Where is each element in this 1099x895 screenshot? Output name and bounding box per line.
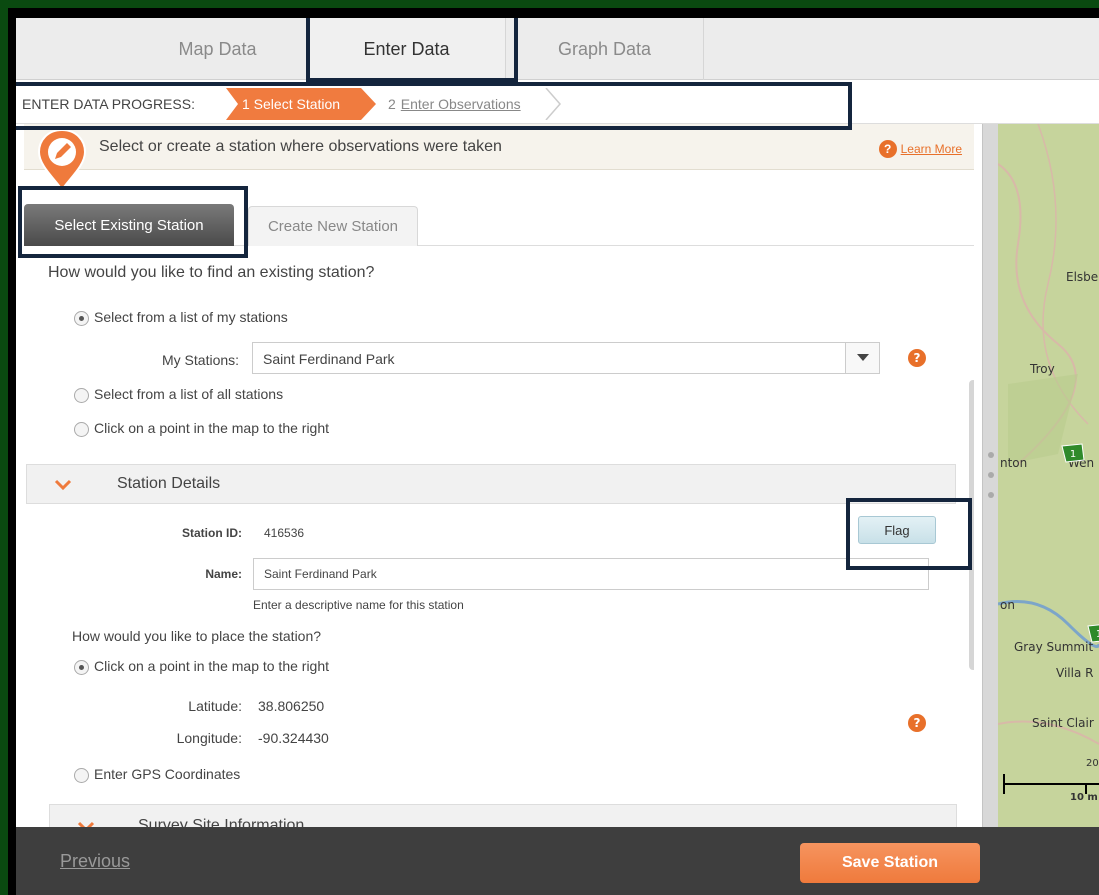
find-question: How would you like to find an existing s…	[48, 264, 375, 281]
scale-label: 20	[1086, 758, 1099, 769]
progress-bar: ENTER DATA PROGRESS: 1 Select Station 2 …	[16, 84, 1099, 124]
station-panel: Select or create a station where observa…	[16, 124, 982, 827]
radio-my-stations[interactable]	[74, 311, 89, 326]
radio-gps-coordinates[interactable]	[74, 768, 89, 783]
station-details-title: Station Details	[117, 475, 221, 492]
previous-link[interactable]: Previous	[60, 851, 130, 872]
tab-enter-data[interactable]: Enter Data	[308, 18, 506, 80]
station-name-input[interactable]: Saint Ferdinand Park	[253, 558, 929, 590]
station-id-label: Station ID:	[182, 526, 242, 540]
step-number: 2	[388, 96, 396, 112]
name-label: Name:	[205, 567, 242, 581]
learn-more-label: Learn More	[900, 142, 962, 156]
station-mode-tabs: Select Existing Station Create New Stati…	[24, 170, 974, 246]
place-question: How would you like to place the station?	[72, 628, 322, 644]
help-icon: ?	[878, 140, 897, 158]
station-id-value: 416536	[264, 526, 305, 540]
panel-splitter[interactable]	[982, 124, 998, 827]
longitude-label: Longitude:	[176, 730, 242, 746]
splitter-grip-dot	[988, 472, 994, 478]
map-label: Gray Summit	[1014, 640, 1094, 654]
radio-gps-label: Enter GPS Coordinates	[94, 766, 241, 782]
map-label: Saint Clair	[1032, 716, 1094, 730]
tab-map-data[interactable]: Map Data	[128, 18, 308, 80]
dropdown-button[interactable]	[845, 343, 879, 373]
longitude-value: -90.324430	[258, 730, 329, 746]
map-pin-pencil-icon	[37, 128, 87, 192]
radio-place-map[interactable]	[74, 660, 89, 675]
station-details-header[interactable]: Station Details	[26, 464, 956, 504]
my-stations-value: Saint Ferdinand Park	[263, 351, 395, 367]
app-window: Map Data Enter Data Graph Data ENTER DAT…	[16, 18, 1099, 895]
radio-map-point-label: Click on a point in the map to the right	[94, 420, 330, 436]
tab-create-new-station[interactable]: Create New Station	[248, 206, 418, 246]
progress-step-enter-observations[interactable]: 2 Enter Observations	[376, 88, 561, 120]
my-stations-select[interactable]: Saint Ferdinand Park	[252, 342, 880, 374]
map-label: Villa R	[1056, 666, 1094, 680]
map-label: on	[1000, 598, 1015, 612]
name-hint: Enter a descriptive name for this statio…	[253, 598, 464, 612]
help-icon[interactable]: ?	[908, 714, 926, 732]
map-label: nton	[1000, 456, 1028, 470]
learn-more-link[interactable]: ? Learn More	[878, 140, 962, 158]
radio-all-stations-label: Select from a list of all stations	[94, 386, 284, 402]
save-station-button[interactable]: Save Station	[800, 843, 980, 883]
radio-map-point[interactable]	[74, 422, 89, 437]
caret-down-icon	[856, 354, 869, 361]
flag-button[interactable]: Flag	[858, 516, 936, 544]
splitter-grip-dot	[988, 452, 994, 458]
chevron-right-icon	[545, 88, 561, 120]
map-label: Elsbe	[1066, 270, 1099, 284]
scrollbar-thumb[interactable]	[969, 380, 974, 670]
radio-my-stations-label: Select from a list of my stations	[94, 309, 288, 325]
station-marker-icon[interactable]: 1	[1060, 442, 1086, 464]
splitter-grip-dot	[988, 492, 994, 498]
svg-text:1: 1	[1070, 449, 1076, 460]
radio-place-map-label: Click on a point in the map to the right	[94, 658, 330, 674]
latitude-label: Latitude:	[188, 698, 242, 714]
map-label: Troy	[1030, 362, 1055, 376]
tab-graph-data[interactable]: Graph Data	[506, 18, 704, 80]
survey-site-title: Survey Site Information	[138, 817, 305, 827]
tab-select-existing-station[interactable]: Select Existing Station	[24, 204, 234, 246]
survey-site-header[interactable]: Survey Site Information	[49, 804, 957, 827]
scale-label: 10 m	[1070, 792, 1098, 803]
footer-bar: Previous Save Station	[16, 827, 1099, 895]
help-icon[interactable]: ?	[908, 349, 926, 367]
progress-step-select-station: 1 Select Station	[226, 88, 376, 120]
step-link[interactable]: Enter Observations	[401, 96, 521, 112]
station-form: How would you like to find an existing s…	[24, 246, 974, 827]
chevron-down-icon	[54, 479, 72, 491]
info-bar: Select or create a station where observa…	[24, 124, 974, 170]
info-text: Select or create a station where observa…	[99, 138, 502, 155]
latitude-value: 38.806250	[258, 698, 325, 714]
top-tab-bar: Map Data Enter Data Graph Data	[16, 18, 1099, 80]
my-stations-label: My Stations:	[162, 352, 240, 368]
map-view[interactable]: Elsbe Troy nton Wen on Gray Summit Villa…	[998, 124, 1099, 827]
progress-label: ENTER DATA PROGRESS:	[22, 96, 195, 112]
station-marker-icon[interactable]: 1	[1086, 622, 1099, 644]
radio-all-stations[interactable]	[74, 388, 89, 403]
chevron-down-icon	[77, 821, 95, 827]
